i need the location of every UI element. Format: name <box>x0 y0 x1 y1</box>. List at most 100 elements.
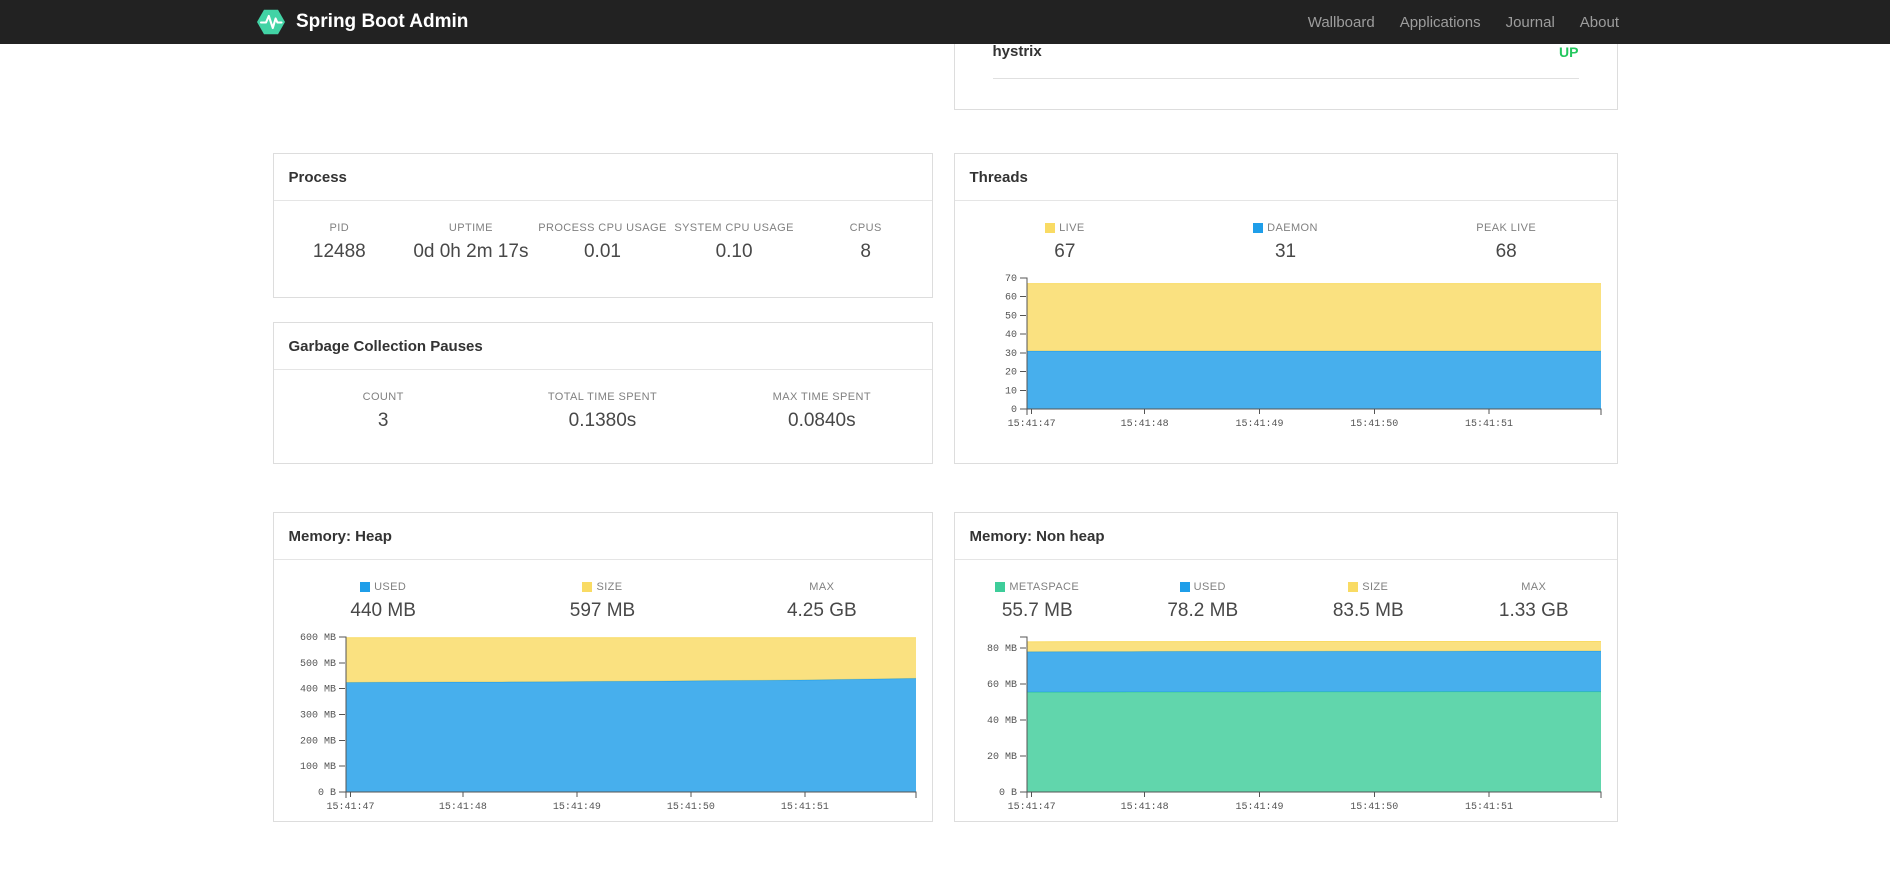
threads-chart: 0 10 20 30 40 50 60 70 15:41:47 15:41:48 15:41:49 1… <box>1004 274 1601 430</box>
stat-value: 0.0840s <box>788 410 856 431</box>
stat-value: 1.33 GB <box>1498 600 1569 621</box>
stat-value: 55.7 MB <box>1001 600 1073 621</box>
svg-text:20: 20 <box>1004 368 1016 379</box>
legend-swatch-icon <box>1253 223 1264 233</box>
stat-value: 3 <box>377 410 389 431</box>
nav-item-applications[interactable]: Applications <box>1400 14 1481 31</box>
stat-label: PROCESS CPU USAGE <box>538 222 667 234</box>
legend-swatch-icon <box>1179 582 1190 592</box>
svg-text:15:41:49: 15:41:49 <box>552 802 600 813</box>
process-stats: PID 12488 UPTIME 0d 0h 2m 17s PROCESS CPU US… <box>274 201 932 263</box>
legend-swatch-icon <box>995 582 1006 592</box>
svg-text:0 B: 0 B <box>998 788 1016 799</box>
memory-nonheap-card: Memory: Non heap METASPACE 55.7 MB USED 78.… <box>953 512 1618 822</box>
memory-heap-chart: 0 B 100 MB 200 MB 300 MB 400 MB 500 MB 600 MB 1… <box>299 633 916 813</box>
svg-text:80 MB: 80 MB <box>986 644 1016 655</box>
stat-live: LIVE 67 <box>955 222 1176 263</box>
stat-value: 12488 <box>312 241 366 262</box>
stat-daemon: DAEMON 31 <box>1175 222 1396 263</box>
stat-used: USED 78.2 MB <box>1120 581 1286 622</box>
memory-row: Memory: Heap USED 440 MB SIZE 597 MB MAX 4.25… <box>272 512 1618 822</box>
stat-value: 78.2 MB <box>1167 600 1239 621</box>
svg-text:40: 40 <box>1004 330 1016 341</box>
pulse-hexagon-logo-icon <box>255 6 287 38</box>
stat-label: USED <box>1120 581 1286 593</box>
metrics-left-column: Process PID 12488 UPTIME 0d 0h 2m 17s PROCES… <box>272 153 933 464</box>
legend-swatch-icon <box>582 582 593 592</box>
svg-text:15:41:47: 15:41:47 <box>1007 802 1055 813</box>
legend-swatch-icon <box>360 582 371 592</box>
legend-swatch-icon <box>1348 582 1359 592</box>
svg-text:15:41:49: 15:41:49 <box>1235 802 1283 813</box>
application-name-link[interactable]: hystrix <box>993 44 1042 60</box>
stat-label: PEAK LIVE <box>1476 222 1537 234</box>
svg-text:60: 60 <box>1004 293 1016 304</box>
stat-value: 0.1380s <box>568 410 637 431</box>
memory-heap-card-title: Memory: Heap <box>273 513 932 560</box>
stat-label: UPTIME <box>448 222 493 234</box>
stat-uptime: UPTIME 0d 0h 2m 17s <box>405 222 537 263</box>
memory-nonheap-stats: METASPACE 55.7 MB USED 78.2 MB SIZE 83.5 MB MA… <box>955 560 1617 622</box>
nav-item-journal[interactable]: Journal <box>1506 14 1555 31</box>
stat-label: MAX <box>1521 581 1547 593</box>
threads-card: Threads LIVE 67 DAEMON 31 PEAK LIVE 68 0 10 20 3… <box>953 153 1618 464</box>
svg-text:20 MB: 20 MB <box>986 752 1016 763</box>
stat-max: MAX 4.25 GB <box>712 581 931 622</box>
svg-text:15:41:50: 15:41:50 <box>1350 802 1398 813</box>
stat-label: TOTAL TIME SPENT <box>547 391 658 403</box>
svg-text:40 MB: 40 MB <box>986 716 1016 727</box>
memory-nonheap-card-title: Memory: Non heap <box>954 513 1617 560</box>
gc-pauses-card: Garbage Collection Pauses COUNT 3 TOTAL TI… <box>272 322 933 464</box>
memory-nonheap-chart: 0 B 20 MB 40 MB 60 MB 80 MB 15:41:47 15:41:48 1… <box>986 636 1601 813</box>
brand-link[interactable]: Spring Boot Admin <box>255 6 468 38</box>
svg-text:15:41:48: 15:41:48 <box>1120 802 1168 813</box>
nav-item-about[interactable]: About <box>1580 14 1619 31</box>
application-card-clip: hystrix UP <box>953 44 1618 110</box>
svg-text:15:41:47: 15:41:47 <box>326 802 374 813</box>
svg-text:100 MB: 100 MB <box>299 762 335 773</box>
stat-label: LIVE <box>955 222 1176 234</box>
stat-value: 83.5 MB <box>1332 600 1404 621</box>
stat-label: METASPACE <box>955 581 1121 593</box>
stat-value: 0.01 <box>583 241 621 262</box>
metrics-right-column: Threads LIVE 67 DAEMON 31 PEAK LIVE 68 0 10 20 3… <box>953 153 1618 464</box>
stat-value: 597 MB <box>569 600 636 621</box>
stat-process-cpu-usage: PROCESS CPU USAGE 0.01 <box>537 222 669 263</box>
stat-label: SIZE <box>493 581 712 593</box>
application-card: hystrix UP <box>953 44 1618 110</box>
stat-label: MAX <box>809 581 835 593</box>
nav-item-wallboard[interactable]: Wallboard <box>1308 14 1375 31</box>
svg-text:15:41:50: 15:41:50 <box>1350 419 1398 430</box>
stat-used: USED 440 MB <box>274 581 493 622</box>
navbar: Spring Boot Admin Wallboard Applications J… <box>0 0 1890 44</box>
svg-text:30: 30 <box>1004 349 1016 360</box>
stat-label: MAX TIME SPENT <box>772 391 871 403</box>
svg-text:15:41:50: 15:41:50 <box>666 802 714 813</box>
stat-value: 8 <box>860 241 871 262</box>
stat-cpus: CPUS 8 <box>800 222 932 263</box>
svg-text:70: 70 <box>1004 274 1016 285</box>
stat-label: DAEMON <box>1175 222 1396 234</box>
stat-label: CPUS <box>849 222 882 234</box>
svg-text:15:41:47: 15:41:47 <box>1007 419 1055 430</box>
svg-text:300 MB: 300 MB <box>299 711 335 722</box>
stat-size: SIZE 597 MB <box>493 581 712 622</box>
svg-text:10: 10 <box>1004 386 1016 397</box>
svg-text:15:41:51: 15:41:51 <box>1465 802 1513 813</box>
threads-stats: LIVE 67 DAEMON 31 PEAK LIVE 68 <box>955 201 1617 263</box>
stat-peak-live: PEAK LIVE 68 <box>1396 222 1617 263</box>
stat-label: SYSTEM CPU USAGE <box>674 222 794 234</box>
page-content: hystrix UP Process PID 12488 UPTIME 0d 0h 2… <box>272 0 1618 822</box>
stat-size: SIZE 83.5 MB <box>1286 581 1452 622</box>
stat-label: COUNT <box>362 391 404 403</box>
stat-value: 31 <box>1274 241 1297 262</box>
process-card: Process PID 12488 UPTIME 0d 0h 2m 17s PROCES… <box>272 153 933 298</box>
svg-text:15:41:49: 15:41:49 <box>1235 419 1283 430</box>
navbar-menu: Wallboard Applications Journal About <box>1283 14 1619 31</box>
stat-value: 68 <box>1495 241 1517 262</box>
stat-value: 0.10 <box>715 241 753 262</box>
svg-text:15:41:51: 15:41:51 <box>780 802 828 813</box>
svg-text:600 MB: 600 MB <box>299 633 335 644</box>
stat-label: PID <box>329 222 350 234</box>
stat-value: 4.25 GB <box>786 600 857 621</box>
